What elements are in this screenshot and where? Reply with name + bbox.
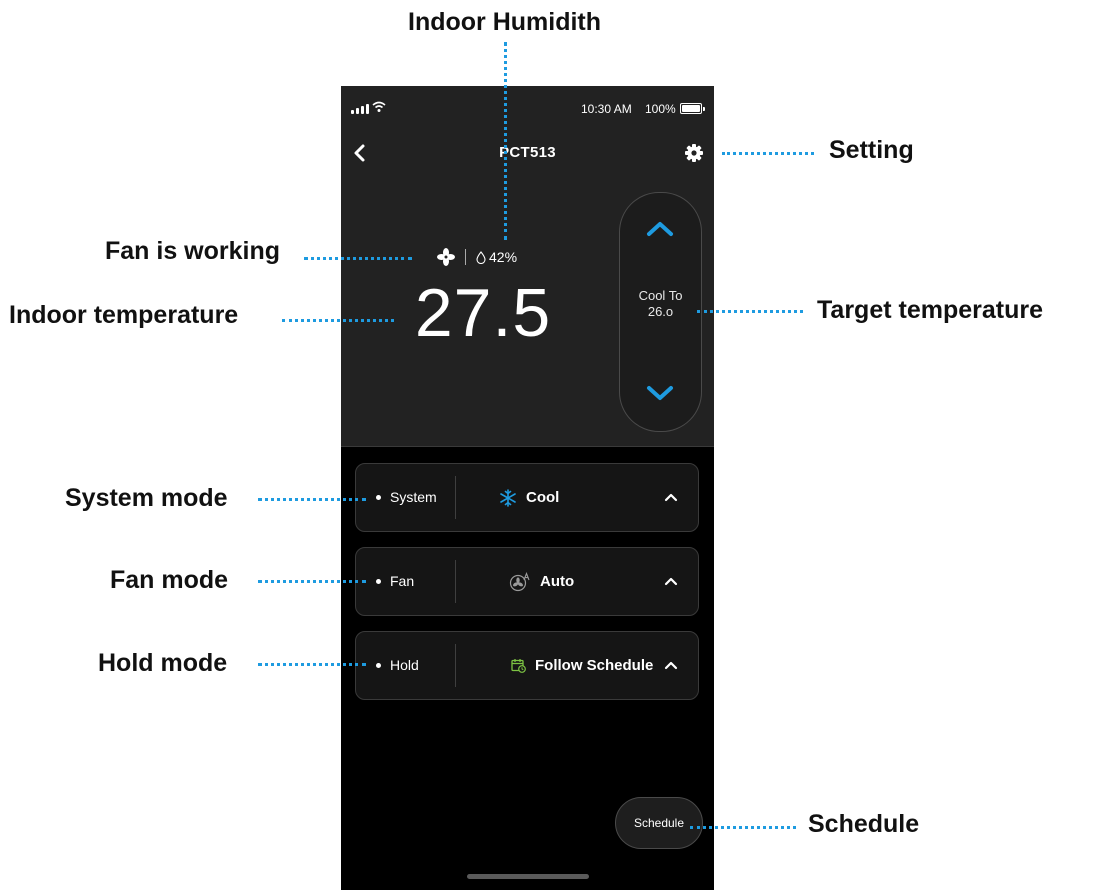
leader-schedule: [690, 826, 796, 829]
hold-mode-value: Follow Schedule: [511, 632, 653, 699]
annotation-indoor-humidity: Indoor Humidith: [408, 8, 602, 36]
fan-humidity-status: 42%: [437, 246, 517, 268]
leader-fan-working: [304, 257, 412, 260]
schedule-button[interactable]: Schedule: [615, 797, 703, 849]
card-separator: [455, 560, 456, 603]
calendar-icon: [511, 659, 526, 673]
status-separator: [465, 249, 466, 265]
system-mode-card[interactable]: System Cool: [355, 463, 699, 532]
fan-mode-card[interactable]: Fan Auto: [355, 547, 699, 616]
battery-percent: 100%: [645, 102, 676, 116]
bullet-dot: [376, 495, 381, 500]
annotation-target-temperature: Target temperature: [817, 296, 1043, 324]
indoor-temperature: 27.5: [414, 275, 552, 351]
card-separator: [455, 644, 456, 687]
section-divider: [341, 446, 714, 447]
device-title: PCT513: [499, 144, 556, 161]
nav-bar: PCT513: [341, 134, 714, 174]
annotation-fan-working: Fan is working: [105, 237, 281, 265]
annotation-fan-mode: Fan mode: [110, 566, 229, 594]
leader-indoor-temperature: [282, 319, 394, 322]
gear-icon[interactable]: [684, 143, 704, 163]
humidity-drop-icon: [476, 250, 486, 264]
battery-icon: [680, 103, 705, 114]
leader-hold-mode: [258, 663, 366, 666]
chevron-up-icon[interactable]: [664, 574, 678, 588]
chevron-up-icon[interactable]: [664, 658, 678, 672]
card-separator: [455, 476, 456, 519]
leader-fan-mode: [258, 580, 366, 583]
decrease-temp-icon[interactable]: [642, 381, 678, 405]
signal-icon: [351, 104, 369, 114]
thermostat-panel: 10:30 AM 100% PCT513 42% 27.5 Cool To 26…: [341, 86, 714, 446]
wifi-icon: [372, 101, 386, 112]
leader-humidity: [504, 42, 507, 240]
bullet-dot: [376, 579, 381, 584]
annotation-hold-mode: Hold mode: [98, 649, 228, 677]
bullet-dot: [376, 663, 381, 668]
chevron-up-icon[interactable]: [664, 490, 678, 504]
home-indicator[interactable]: [467, 874, 589, 879]
snowflake-icon: [500, 488, 516, 507]
annotation-setting: Setting: [829, 136, 914, 164]
leader-system-mode: [258, 498, 366, 501]
target-mode-label: Cool To: [638, 288, 683, 303]
status-bar: 10:30 AM 100%: [341, 86, 714, 130]
hold-mode-label: Hold: [390, 657, 419, 673]
system-mode-label: System: [390, 489, 437, 505]
fan-icon: [437, 248, 455, 266]
system-mode-text: Cool: [526, 489, 560, 506]
system-mode-value: Cool: [499, 464, 559, 531]
phone-screen: 10:30 AM 100% PCT513 42% 27.5 Cool To 26…: [341, 86, 714, 890]
fan-auto-icon: [509, 571, 530, 591]
annotation-indoor-temperature: Indoor temperature: [9, 301, 239, 329]
increase-temp-icon[interactable]: [642, 217, 678, 241]
target-temperature-panel: Cool To 26.o: [619, 192, 702, 432]
fan-mode-text: Auto: [540, 573, 575, 590]
humidity-value: 42%: [489, 249, 518, 265]
leader-setting: [722, 152, 814, 155]
status-time: 10:30 AM: [581, 102, 632, 116]
fan-mode-label: Fan: [390, 573, 415, 589]
fan-mode-value: Auto: [509, 548, 574, 615]
annotation-schedule: Schedule: [808, 810, 920, 838]
hold-mode-text: Follow Schedule: [535, 657, 654, 674]
hold-mode-card[interactable]: Hold Follow Schedule: [355, 631, 699, 700]
leader-target-temperature: [697, 310, 803, 313]
annotation-system-mode: System mode: [65, 484, 228, 512]
target-temperature-value: 26.o: [647, 304, 674, 319]
